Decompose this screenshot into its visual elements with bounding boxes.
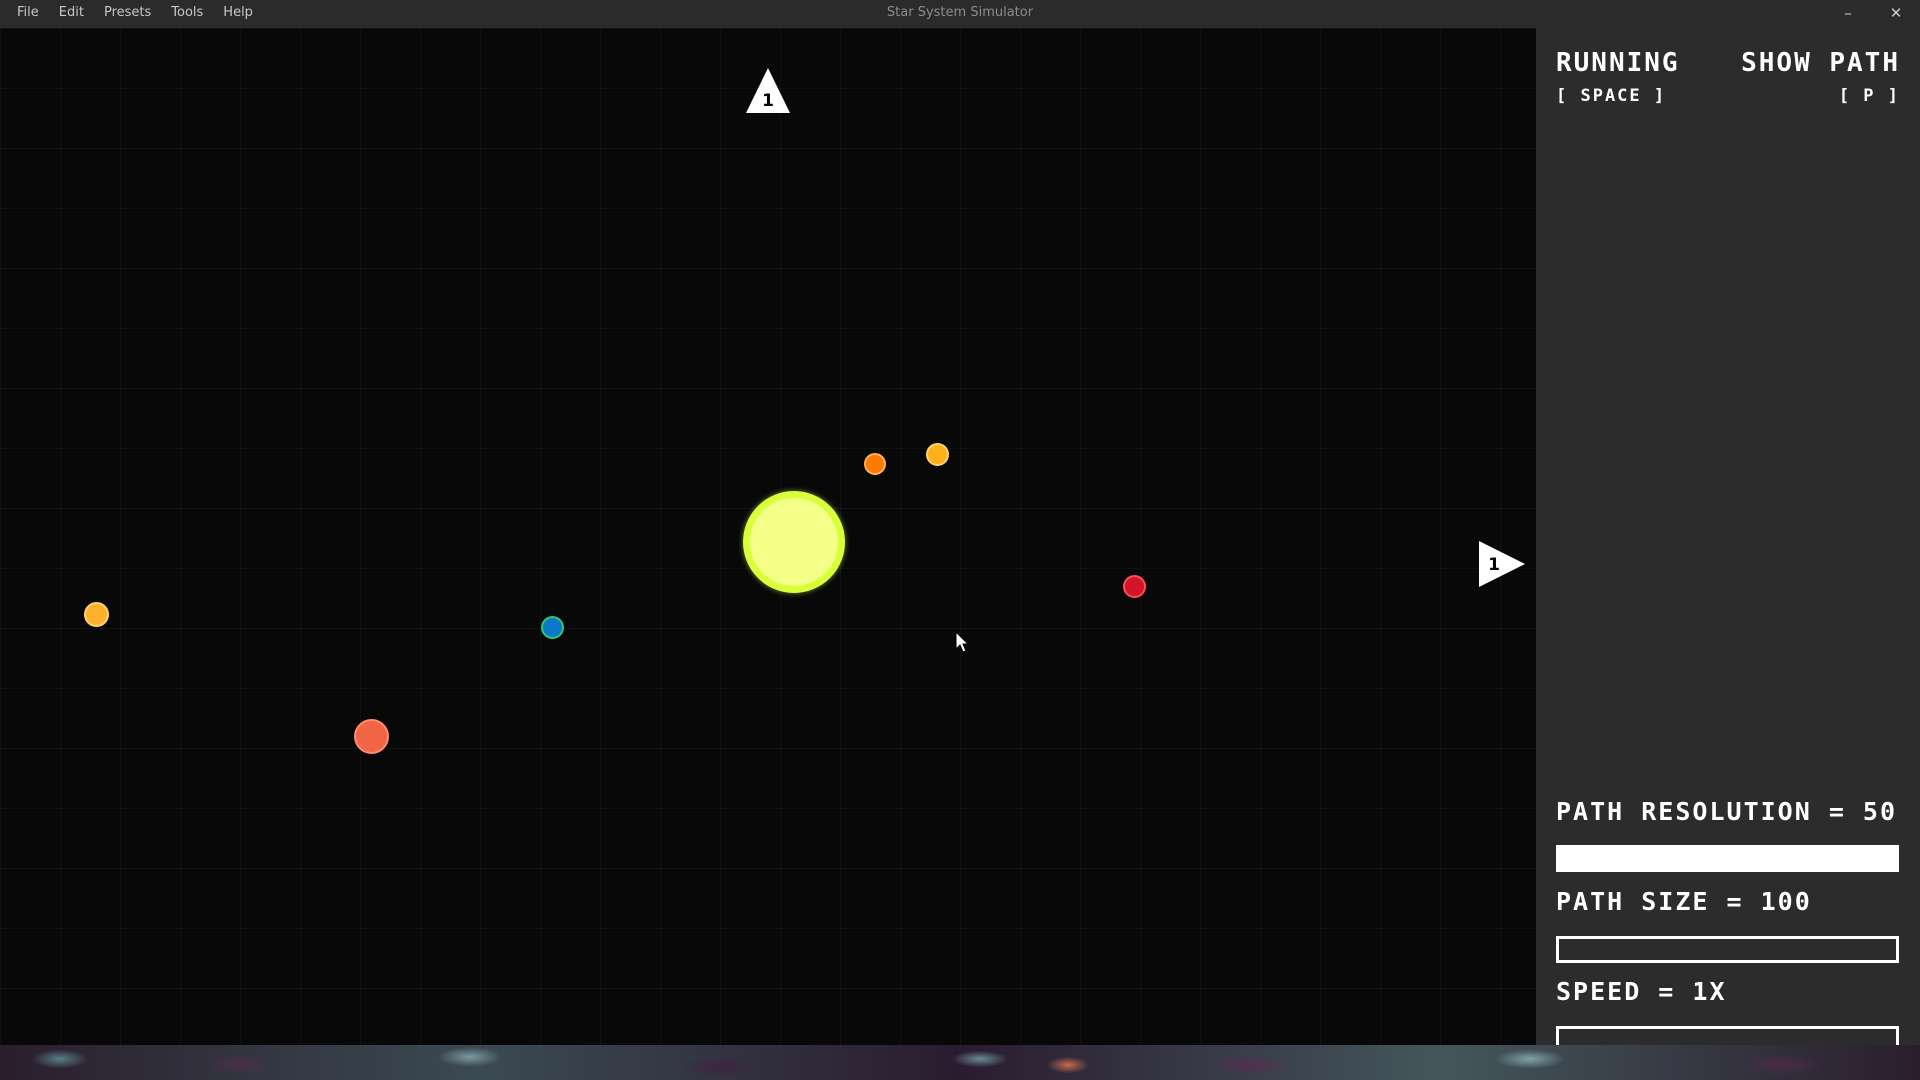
desktop-wallpaper [0, 1045, 1920, 1080]
planet-red[interactable] [1123, 575, 1146, 598]
menu-bar: File Edit Presets Tools Help [0, 0, 263, 28]
path-resolution-label: PATH RESOLUTION = 50 [1556, 797, 1898, 826]
simulation-canvas[interactable]: 1 1 [0, 28, 1536, 1045]
marker-right-count: 1 [1488, 555, 1500, 575]
menu-help[interactable]: Help [213, 0, 263, 28]
title-bar: File Edit Presets Tools Help Star System… [0, 0, 1920, 28]
planet-blue[interactable] [541, 616, 564, 639]
menu-tools[interactable]: Tools [161, 0, 213, 28]
mouse-cursor-icon [955, 631, 969, 653]
window-title: Star System Simulator [886, 5, 1034, 20]
running-key-hint: [ SPACE ] [1556, 86, 1667, 106]
planet-yellow[interactable] [84, 602, 109, 627]
running-toggle[interactable]: RUNNING [1556, 48, 1680, 78]
speed-label: SPEED = 1X [1556, 977, 1727, 1006]
planet-orange-2[interactable] [926, 443, 949, 466]
menu-presets[interactable]: Presets [94, 0, 161, 28]
menu-file[interactable]: File [0, 0, 49, 28]
menu-edit[interactable]: Edit [49, 0, 94, 28]
window-controls: – ✕ [1824, 0, 1920, 28]
marker-up-count: 1 [762, 91, 774, 111]
star[interactable] [743, 491, 845, 593]
path-resolution-slider[interactable] [1556, 845, 1899, 872]
path-size-label: PATH SIZE = 100 [1556, 887, 1812, 916]
up-triangle-icon: 1 [746, 68, 790, 113]
offscreen-marker-up[interactable]: 1 [746, 68, 790, 113]
offscreen-marker-right[interactable]: 1 [1479, 541, 1525, 587]
right-triangle-icon: 1 [1479, 541, 1525, 587]
planet-salmon[interactable] [354, 719, 389, 754]
control-panel: RUNNING [ SPACE ] SHOW PATH [ P ] PATH R… [1536, 28, 1920, 1053]
show-path-key-hint: [ P ] [1838, 86, 1900, 106]
close-button[interactable]: ✕ [1872, 0, 1920, 26]
show-path-toggle[interactable]: SHOW PATH [1741, 48, 1900, 78]
minimize-button[interactable]: – [1824, 0, 1872, 26]
path-size-slider[interactable] [1556, 936, 1899, 963]
path-resolution-fill [1559, 848, 1896, 869]
planet-orange-1[interactable] [864, 453, 886, 475]
